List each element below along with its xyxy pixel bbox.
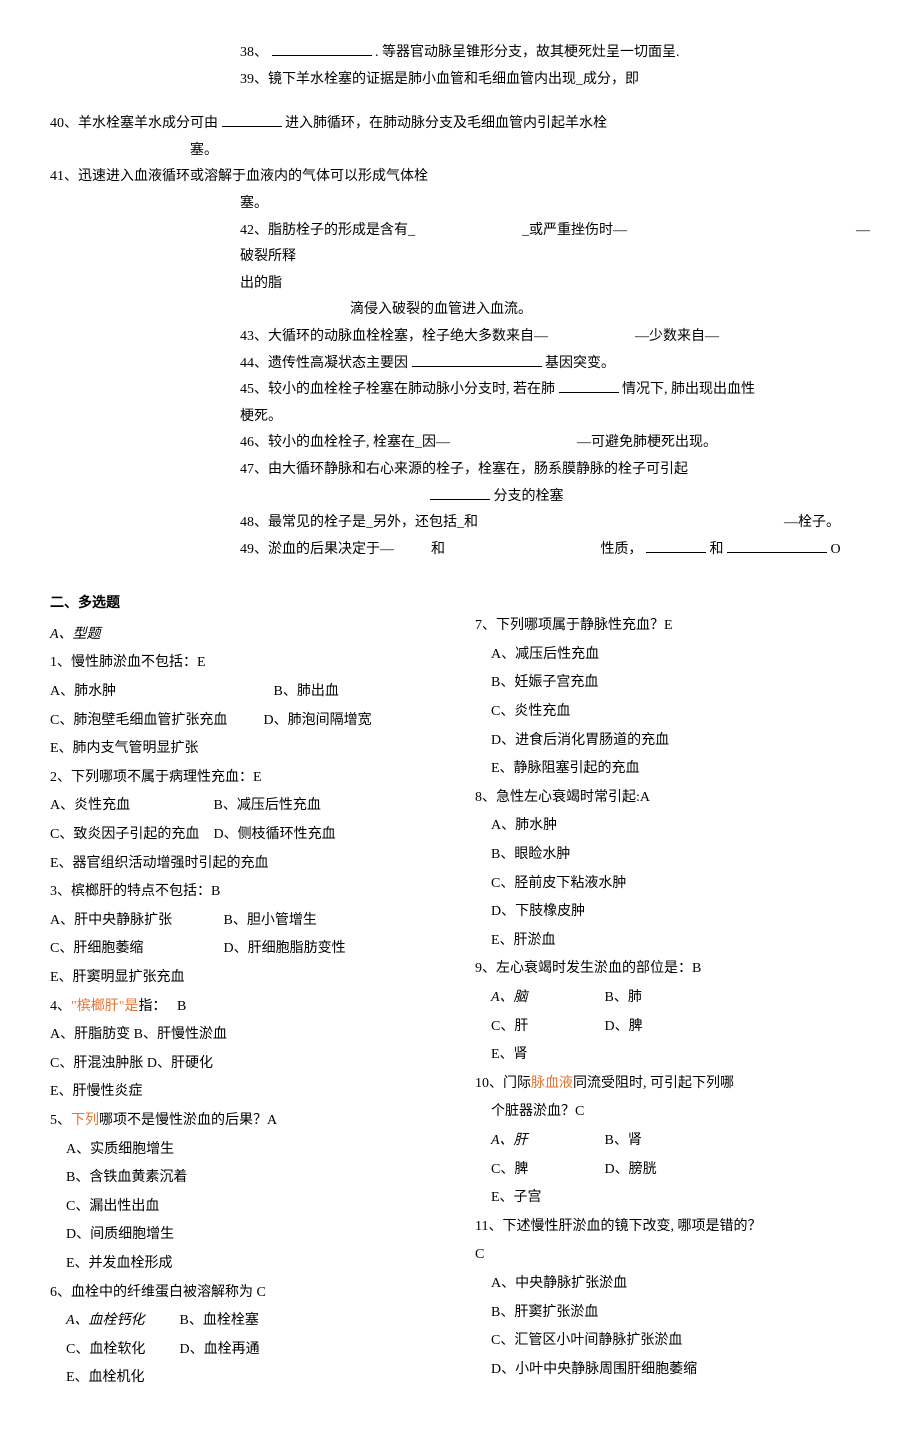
q38: 38、 . 等器官动脉呈锥形分支，故其梗死灶呈一切面呈. (50, 40, 870, 67)
q5-a: A、实质细胞增生 (50, 1137, 445, 1164)
q8: 8、急性左心衰竭时常引起:A (475, 785, 870, 812)
q40: 40、羊水栓塞羊水成分可由 进入肺循环，在肺动脉分支及毛细血管内引起羊水栓 (50, 111, 870, 138)
q3-opt-e: E、肝窦明显扩张充血 (50, 965, 445, 992)
right-column: 7、下列哪项属于静脉性充血？E A、减压后性充血 B、妊娠子宫充血 C、炎性充血… (475, 583, 870, 1394)
q1-opts2: C、肺泡壁毛细血管扩张充血 D、肺泡间隔增宽 (50, 708, 445, 735)
blank (646, 538, 706, 553)
q2-opts2: C、致炎因子引起的充血 D、侧枝循环性充血 (50, 822, 445, 849)
q4-opts2: C、肝混浊肿胀 D、肝硬化 (50, 1051, 445, 1078)
q11-b: B、肝窦扩张淤血 (475, 1300, 870, 1327)
q9-ab: A、脑 B、肺 (475, 985, 870, 1012)
multiple-choice-section: 二、多选题 A、型题 1、慢性肺淤血不包括：E A、肺水肿 B、肺出血 C、肺泡… (50, 583, 870, 1394)
q7-b: B、妊娠子宫充血 (475, 670, 870, 697)
q45: 45、较小的血栓栓子栓塞在肺动脉小分支时, 若在肺 情况下, 肺出现出血性 (50, 377, 870, 404)
blank (430, 485, 490, 500)
q3: 3、槟榔肝的特点不包括：B (50, 879, 445, 906)
q7-e: E、静脉阻塞引起的充血 (475, 756, 870, 783)
q3-opts: A、肝中央静脉扩张 B、胆小管增生 (50, 908, 445, 935)
q1-opt-e: E、肺内支气管明显扩张 (50, 736, 445, 763)
q11-d: D、小叶中央静脉周围肝细胞萎缩 (475, 1357, 870, 1384)
q44: 44、遗传性高凝状态主要因 基因突变。 (50, 351, 870, 378)
q43: 43、大循环的动脉血栓栓塞，栓子绝大多数来自— —少数来自— (50, 324, 870, 351)
q9: 9、左心衰竭时发生淤血的部位是：B (475, 956, 870, 983)
q41-cont: 塞。 (50, 191, 870, 218)
q42: 42、脂肪栓子的形成是含有_ _或严重挫伤时— — (50, 218, 870, 245)
q10-e: E、子宫 (475, 1185, 870, 1212)
section-title: 二、多选题 (50, 591, 445, 618)
q5-c: C、漏出性出血 (50, 1194, 445, 1221)
type-label: A、型题 (50, 622, 445, 649)
q9-e: E、肾 (475, 1042, 870, 1069)
q42-cont3: 滴侵入破裂的血管进入血流。 (50, 297, 870, 324)
q9-cd: C、肝 D、脾 (475, 1014, 870, 1041)
q46: 46、较小的血栓栓子, 栓塞在_因— —可避免肺梗死出现。 (50, 430, 870, 457)
q2-opt-e: E、器官组织活动增强时引起的充血 (50, 851, 445, 878)
q7-c: C、炎性充血 (475, 699, 870, 726)
q4: 4、"槟榔肝"是指： B (50, 994, 445, 1021)
q6-opts2: C、血栓软化 D、血栓再通 (50, 1337, 445, 1364)
q6-opts: A、血栓钙化 B、血栓栓塞 (50, 1308, 445, 1335)
q42-cont: 破裂所释 (50, 244, 870, 271)
highlight: "槟榔肝"是 (71, 999, 138, 1014)
q40-cont: 塞。 (50, 138, 870, 165)
q10: 10、门际脉血液同流受阻时, 可引起下列哪 (475, 1071, 870, 1098)
q10-cd: C、脾 D、膀胱 (475, 1157, 870, 1184)
q47: 47、由大循环静脉和右心来源的栓子，栓塞在，肠系膜静脉的栓子可引起 (50, 457, 870, 484)
q7: 7、下列哪项属于静脉性充血？E (475, 613, 870, 640)
q5-b: B、含铁血黄素沉着 (50, 1165, 445, 1192)
q11-c: C、汇管区小叶间静脉扩张淤血 (475, 1328, 870, 1355)
blank (412, 352, 542, 367)
q49-right: 性质， 和 O (600, 537, 870, 564)
q8-e: E、肝淤血 (475, 928, 870, 955)
q39: 39、镜下羊水栓塞的证据是肺小血管和毛细血管内出现_成分，即 (50, 67, 870, 94)
fill-blank-section: 38、 . 等器官动脉呈锥形分支，故其梗死灶呈一切面呈. 39、镜下羊水栓塞的证… (50, 40, 870, 563)
q-text: . 等器官动脉呈锥形分支，故其梗死灶呈一切面呈. (375, 45, 680, 60)
q4-opts: A、肝脂肪变 B、肝慢性淤血 (50, 1022, 445, 1049)
q5: 5、下列哪项不是慢性淤血的后果？A (50, 1108, 445, 1135)
q8-c: C、胫前皮下粘液水肿 (475, 871, 870, 898)
q2: 2、下列哪项不属于病理性充血：E (50, 765, 445, 792)
q11-a: A、中央静脉扩张淤血 (475, 1271, 870, 1298)
q-num: 38、 (240, 45, 268, 60)
highlight: 下列 (71, 1113, 99, 1128)
q41: 41、迅速进入血液循环或溶解于血液内的气体可以形成气体栓 (50, 164, 870, 191)
blank (727, 538, 827, 553)
left-column: 二、多选题 A、型题 1、慢性肺淤血不包括：E A、肺水肿 B、肺出血 C、肺泡… (50, 583, 445, 1394)
blank (272, 41, 372, 56)
q11: 11、下述慢性肝淤血的镜下改变, 哪项是错的？ (475, 1214, 870, 1241)
q7-a: A、减压后性充血 (475, 642, 870, 669)
q11-ans: C (475, 1242, 870, 1269)
q10-cont: 个脏器淤血？C (475, 1099, 870, 1126)
q45-cont: 梗死。 (50, 404, 870, 431)
q10-ab: A、肝 B、肾 (475, 1128, 870, 1155)
q5-e: E、并发血栓形成 (50, 1251, 445, 1278)
highlight: 脉血液 (531, 1076, 573, 1091)
q4-opt-e: E、肝慢性炎症 (50, 1079, 445, 1106)
q49: 49、淤血的后果决定于— 和 (50, 537, 590, 564)
q8-b: B、眼睑水肿 (475, 842, 870, 869)
q6: 6、血栓中的纤维蛋白被溶解称为 C (50, 1280, 445, 1307)
q7-d: D、进食后消化胃肠道的充血 (475, 728, 870, 755)
q8-d: D、下肢橡皮肿 (475, 899, 870, 926)
q3-opts2: C、肝细胞萎缩 D、肝细胞脂肪变性 (50, 936, 445, 963)
q8-a: A、肺水肿 (475, 813, 870, 840)
q1: 1、慢性肺淤血不包括：E (50, 650, 445, 677)
q5-d: D、间质细胞增生 (50, 1222, 445, 1249)
q2-opts: A、炎性充血 B、减压后性充血 (50, 793, 445, 820)
blank (559, 378, 619, 393)
q42-cont2: 出的脂 (50, 271, 870, 298)
q47-cont: 分支的栓塞 (50, 484, 870, 511)
q1-opts: A、肺水肿 B、肺出血 (50, 679, 445, 706)
blank (222, 112, 282, 127)
q48: 48、最常见的栓子是_另外，还包括_和 —栓子。 (50, 510, 870, 537)
q6-e: E、血栓机化 (50, 1365, 445, 1392)
